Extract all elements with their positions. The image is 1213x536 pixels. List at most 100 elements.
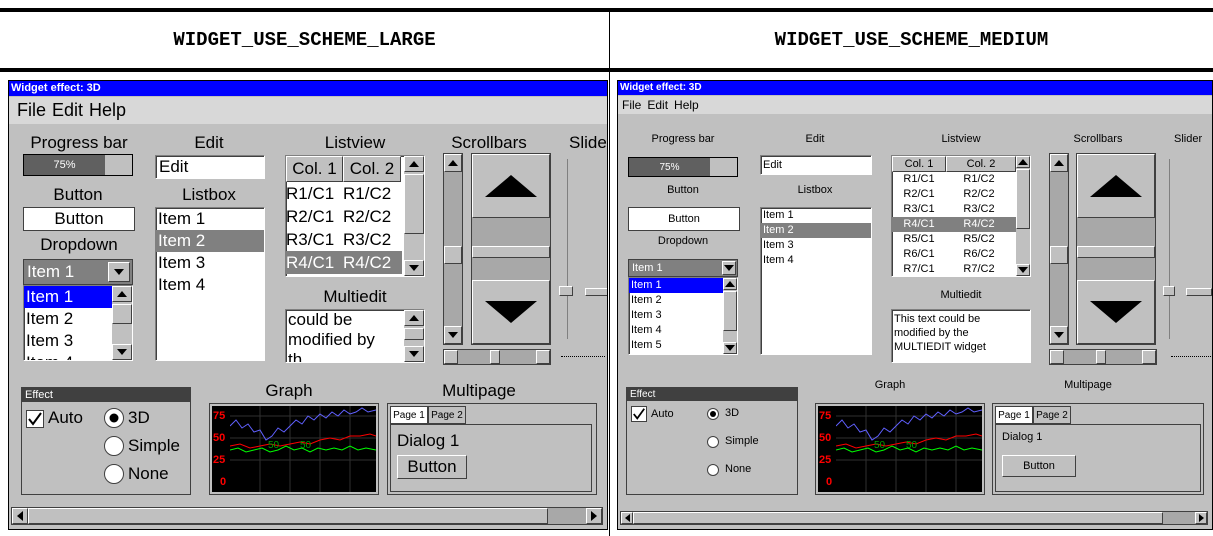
table-row[interactable]: R1/C1 R1/C2: [892, 172, 1016, 187]
menu-help[interactable]: Help: [674, 98, 699, 112]
table-row[interactable]: R2/C1 R2/C2: [286, 205, 402, 228]
list-item[interactable]: Item 1: [156, 208, 264, 230]
horizontal-scrollbar-small[interactable]: [1049, 349, 1157, 365]
scroll-down-button[interactable]: [1050, 326, 1068, 344]
list-item[interactable]: Item 3: [156, 252, 264, 274]
multiedit-field[interactable]: This text could be modified by the MULTI…: [891, 309, 1031, 363]
scroll-thumb[interactable]: [633, 512, 1163, 524]
table-row[interactable]: R4/C1 R4/C2: [892, 217, 1016, 232]
scroll-thumb[interactable]: [472, 246, 550, 258]
dropdown-scrollbar[interactable]: [112, 286, 132, 360]
dialog-button[interactable]: Button: [1002, 455, 1076, 477]
scroll-up-button[interactable]: [404, 156, 424, 172]
vertical-slider-thumb[interactable]: [559, 286, 573, 296]
list-item[interactable]: Item 4: [156, 274, 264, 296]
table-row[interactable]: R4/C1 R4/C2: [286, 251, 402, 274]
scroll-thumb[interactable]: [1050, 246, 1068, 264]
scroll-down-button[interactable]: [1077, 280, 1155, 344]
scroll-thumb[interactable]: [404, 174, 424, 234]
radio-3d[interactable]: [104, 408, 124, 428]
window-horizontal-scrollbar[interactable]: [620, 511, 1208, 525]
table-row[interactable]: R3/C1 R3/C2: [286, 228, 402, 251]
horizontal-slider-thumb[interactable]: [1186, 288, 1212, 296]
dialog-button[interactable]: Button: [397, 455, 467, 479]
table-row[interactable]: R7/C1 R7/C2: [892, 262, 1016, 276]
scroll-thumb[interactable]: [444, 246, 462, 264]
radio-simple[interactable]: [104, 436, 124, 456]
list-item[interactable]: Item 3: [629, 308, 737, 323]
tab-page-1[interactable]: Page 1: [390, 406, 428, 424]
vertical-scrollbar-small[interactable]: [443, 153, 463, 345]
window-horizontal-scrollbar[interactable]: [11, 507, 603, 525]
list-item[interactable]: Item 5: [629, 338, 737, 353]
table-row[interactable]: R6/C1 R6/C2: [892, 247, 1016, 262]
radio-simple[interactable]: [707, 436, 719, 448]
scroll-thumb[interactable]: [404, 328, 424, 340]
vertical-scrollbar-large[interactable]: [1076, 153, 1156, 345]
scroll-up-button[interactable]: [444, 154, 462, 172]
scroll-up-button[interactable]: [723, 278, 737, 290]
tab-page-1[interactable]: Page 1: [995, 406, 1033, 424]
menu-edit[interactable]: Edit: [647, 98, 668, 112]
dropdown-arrow-button[interactable]: [108, 262, 130, 282]
column-header[interactable]: Col. 2: [946, 156, 1016, 172]
menu-file[interactable]: File: [17, 100, 46, 120]
list-item[interactable]: Item 4: [761, 253, 871, 268]
demo-button[interactable]: Button: [23, 207, 135, 231]
multiedit-scrollbar[interactable]: [404, 310, 424, 362]
table-row[interactable]: R2/C1 R2/C2: [892, 187, 1016, 202]
scroll-down-button[interactable]: [404, 346, 424, 362]
scroll-thumb[interactable]: [112, 304, 132, 324]
column-header[interactable]: Col. 1: [286, 156, 343, 182]
demo-button[interactable]: Button: [628, 207, 740, 231]
scroll-left-button[interactable]: [444, 350, 458, 364]
scroll-up-button[interactable]: [1016, 156, 1030, 168]
scroll-right-button[interactable]: [1142, 350, 1156, 364]
vertical-slider-track[interactable]: [567, 159, 568, 339]
list-item[interactable]: Item 1: [629, 278, 737, 293]
horizontal-slider-thumb[interactable]: [585, 288, 607, 296]
scroll-down-button[interactable]: [112, 344, 132, 360]
list-item[interactable]: Item 2: [156, 230, 264, 252]
scroll-down-button[interactable]: [723, 342, 737, 354]
menu-edit[interactable]: Edit: [52, 100, 83, 120]
scroll-thumb[interactable]: [1016, 169, 1030, 229]
edit-field[interactable]: Edit: [760, 155, 872, 175]
listview-scrollbar[interactable]: [404, 156, 424, 276]
scroll-thumb[interactable]: [1096, 350, 1106, 364]
list-item[interactable]: Item 3: [761, 238, 871, 253]
auto-checkbox[interactable]: [631, 406, 647, 422]
auto-checkbox[interactable]: [26, 410, 44, 428]
scroll-thumb[interactable]: [490, 350, 500, 364]
radio-none[interactable]: [104, 464, 124, 484]
list-item[interactable]: Item 2: [629, 293, 737, 308]
tab-page-2[interactable]: Page 2: [1033, 406, 1071, 424]
vertical-slider-track[interactable]: [1169, 159, 1170, 339]
scroll-down-button[interactable]: [472, 280, 550, 344]
scroll-left-button[interactable]: [621, 512, 633, 524]
radio-none[interactable]: [707, 464, 719, 476]
list-item[interactable]: Item 4: [629, 323, 737, 338]
scroll-thumb[interactable]: [28, 508, 548, 524]
scroll-right-button[interactable]: [536, 350, 550, 364]
vertical-slider-thumb[interactable]: [1163, 286, 1175, 296]
menu-help[interactable]: Help: [89, 100, 126, 120]
menu-file[interactable]: File: [622, 98, 641, 112]
multiedit-field[interactable]: could be modified by th: [285, 309, 425, 363]
dropdown-scrollbar[interactable]: [723, 278, 737, 354]
scroll-up-button[interactable]: [404, 310, 424, 326]
scroll-left-button[interactable]: [1050, 350, 1064, 364]
scroll-up-button[interactable]: [1077, 154, 1155, 218]
dropdown-select[interactable]: Item 1: [23, 259, 133, 285]
horizontal-scrollbar-small[interactable]: [443, 349, 551, 365]
scroll-right-button[interactable]: [586, 508, 602, 524]
table-row[interactable]: R1/C1 R1/C2: [286, 182, 402, 205]
vertical-scrollbar-small[interactable]: [1049, 153, 1069, 345]
scroll-up-button[interactable]: [1050, 154, 1068, 172]
column-header[interactable]: Col. 1: [892, 156, 946, 172]
scroll-up-button[interactable]: [472, 154, 550, 218]
scroll-down-button[interactable]: [444, 326, 462, 344]
dropdown-select[interactable]: Item 1: [628, 259, 738, 277]
edit-field[interactable]: Edit: [155, 155, 265, 179]
table-row[interactable]: R3/C1 R3/C2: [892, 202, 1016, 217]
